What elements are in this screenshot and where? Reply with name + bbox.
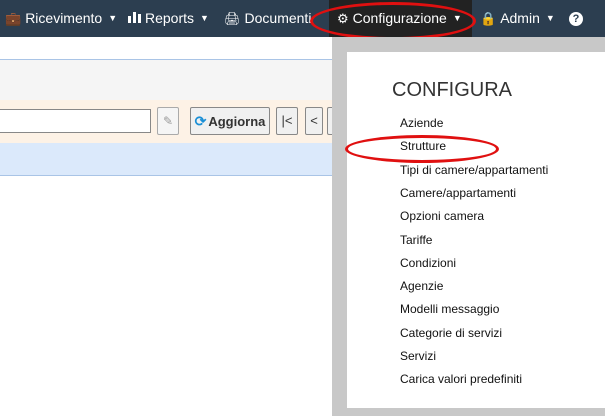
nav-documenti-label: Documenti (244, 10, 312, 26)
pager-first-button[interactable]: |< (276, 107, 298, 135)
nav-ricevimento[interactable]: 💼 Ricevimento ▼ (5, 0, 117, 37)
caret-down-icon: ▼ (108, 13, 118, 23)
menu-item-modelli-messaggio[interactable]: Modelli messaggio (400, 302, 499, 316)
caret-down-icon: ▼ (545, 13, 555, 23)
gear-icon: ⚙ (337, 11, 349, 26)
menu-item-carica-valori[interactable]: Carica valori predefiniti (400, 372, 522, 386)
menu-item-tipi-camere[interactable]: Tipi di camere/appartamenti (400, 163, 548, 177)
eraser-icon: ✎ (162, 114, 174, 128)
nav-help[interactable]: ? (569, 0, 583, 37)
caret-down-icon: ▼ (200, 13, 209, 23)
search-input[interactable] (0, 109, 151, 133)
nav-ricevimento-label: Ricevimento (25, 10, 103, 26)
caret-down-icon: ▼ (452, 13, 462, 23)
nav-documenti[interactable]: 🖨 Documenti (224, 0, 311, 37)
menu-item-tariffe[interactable]: Tariffe (400, 233, 432, 247)
menu-item-agenzie[interactable]: Agenzie (400, 279, 443, 293)
nav-configurazione[interactable]: ⚙ Configurazione ▼ (329, 0, 472, 37)
menu-item-opzioni-camera[interactable]: Opzioni camera (400, 209, 484, 223)
refresh-button[interactable]: ⟳ Aggiorna (190, 107, 270, 135)
menu-item-strutture[interactable]: Strutture (400, 139, 446, 153)
dropdown-header: CONFIGURA (392, 79, 512, 101)
lock-icon: 🔒 (480, 11, 497, 26)
top-navbar: 💼 Ricevimento ▼ Reports ▼ 🖨 Documenti ⚙ … (0, 0, 605, 37)
pager-prev-button[interactable]: < (305, 107, 323, 135)
configurazione-dropdown (347, 52, 605, 408)
help-icon: ? (569, 11, 583, 26)
refresh-label: Aggiorna (208, 113, 266, 129)
suitcase-icon: 💼 (5, 11, 22, 26)
refresh-icon: ⟳ (194, 112, 207, 129)
print-icon: 🖨 (224, 11, 241, 26)
nav-admin[interactable]: 🔒 Admin ▼ (480, 0, 555, 37)
menu-item-camere[interactable]: Camere/appartamenti (400, 186, 516, 200)
nav-reports[interactable]: Reports ▼ (128, 0, 209, 37)
nav-reports-label: Reports (145, 10, 195, 26)
menu-item-aziende[interactable]: Aziende (400, 116, 443, 130)
bar-chart-icon (128, 0, 141, 37)
table-header-band (0, 143, 332, 176)
clear-button[interactable]: ✎ (157, 107, 179, 135)
nav-admin-label: Admin (500, 10, 540, 26)
menu-item-categorie-servizi[interactable]: Categorie di servizi (400, 326, 502, 340)
menu-item-condizioni[interactable]: Condizioni (400, 256, 456, 270)
nav-configurazione-label: Configurazione (352, 10, 447, 26)
menu-item-servizi[interactable]: Servizi (400, 349, 436, 363)
page-header-band (0, 59, 332, 101)
